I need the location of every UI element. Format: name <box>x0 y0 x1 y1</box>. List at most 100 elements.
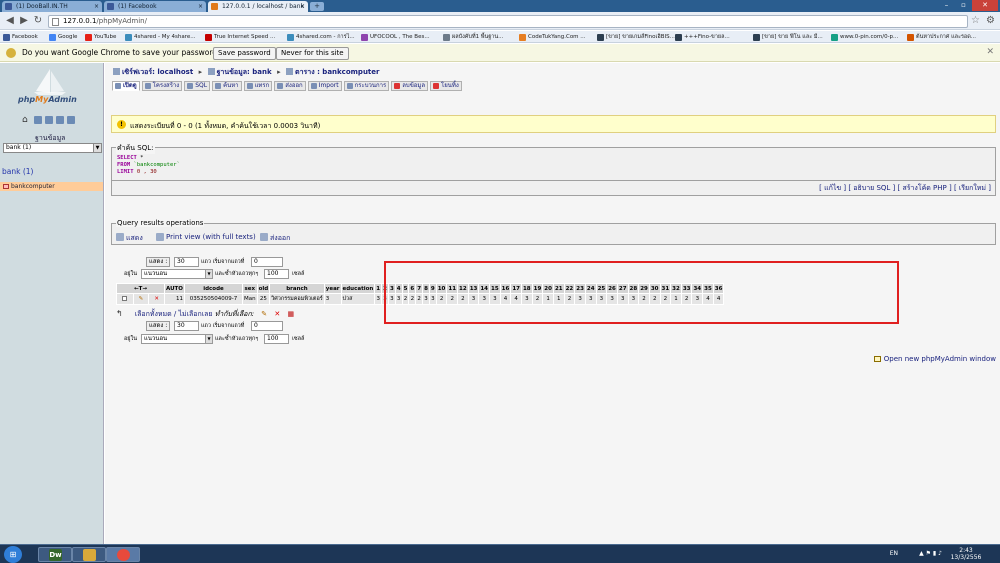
tab-structure[interactable]: โครงสร้าง <box>141 81 183 91</box>
display-mode-select[interactable]: แนวนอน ▼ <box>141 334 213 344</box>
back-icon[interactable]: ◀ <box>4 15 16 27</box>
network-icon[interactable]: ▮ <box>933 550 936 557</box>
close-tab-icon[interactable]: × <box>300 1 305 12</box>
check-all-link[interactable]: เลือกทั้งหมด <box>135 310 172 318</box>
facebook-favicon-icon <box>5 3 12 10</box>
tab-search[interactable]: ค้นหา <box>212 81 242 91</box>
mode-prefix-label: อยู่ใน <box>124 271 137 277</box>
volume-icon[interactable]: ♪ <box>938 550 942 557</box>
column-header[interactable]: old <box>256 283 271 294</box>
column-header[interactable]: sex <box>241 283 258 294</box>
bookmark-facebook[interactable]: Facebook <box>2 32 38 42</box>
edit-pencil-icon[interactable]: ✎ <box>261 310 267 318</box>
bookmark-label: [ขาย] ขาย ฟีโน และ มี... <box>762 34 823 40</box>
display-mode-select[interactable]: แนวนอน ▼ <box>141 269 213 279</box>
tab-browse[interactable]: เปิดดู <box>112 81 140 91</box>
repeat-header-input[interactable]: 100 <box>264 334 289 344</box>
database-link[interactable]: bank (1) <box>2 167 33 176</box>
help-icon[interactable] <box>67 116 75 124</box>
column-header[interactable]: education <box>340 283 376 294</box>
delete-x-icon[interactable]: ✕ <box>274 310 280 318</box>
column-header[interactable]: branch <box>269 283 325 294</box>
open-new-window-link[interactable]: Open new phpMyAdmin window <box>873 355 996 363</box>
wrench-icon[interactable]: ⚙ <box>986 15 995 27</box>
docs-icon[interactable] <box>56 116 64 124</box>
qro-print-view-link[interactable]: Print view (with full texts) <box>156 233 256 241</box>
bookmark-0pin[interactable]: www.0-pin.com/0-p... <box>830 32 898 42</box>
export-table-icon[interactable]: ▦ <box>288 310 295 318</box>
column-header[interactable]: AUTO <box>164 283 185 294</box>
sidebar-table-bankcomputer[interactable]: bankcomputer <box>0 182 103 191</box>
address-bar[interactable]: 127.0.0.1/phpMyAdmin/ <box>48 15 968 28</box>
qro-export-link[interactable]: ส่งออก <box>260 233 290 244</box>
language-indicator[interactable]: EN <box>890 550 898 557</box>
home-icon[interactable]: ⌂ <box>22 116 31 125</box>
bookmark-star-icon[interactable]: ☆ <box>971 15 980 27</box>
taskbar-dreamweaver[interactable]: Dw <box>38 547 72 562</box>
edit-pencil-icon[interactable]: ✎ <box>139 296 144 302</box>
qro-show-link[interactable]: แสดง <box>116 233 143 244</box>
close-tab-icon[interactable]: × <box>198 1 203 12</box>
delete-x-icon[interactable]: ✕ <box>154 296 159 302</box>
breadcrumb-server[interactable]: เซิร์ฟเวอร์: localhost <box>122 68 193 76</box>
new-tab-button[interactable]: + <box>310 2 324 11</box>
rows-count-input[interactable]: 30 <box>174 257 199 267</box>
bookmark-ufocool[interactable]: UFOCOOL , The Bes... <box>360 32 430 42</box>
column-header[interactable]: year <box>323 283 342 294</box>
column-nav-arrows[interactable]: ←T→ <box>116 283 165 294</box>
flag-icon[interactable]: ⚑ <box>926 550 931 557</box>
taskbar-chrome[interactable] <box>106 547 140 562</box>
bookmark-google[interactable]: Google <box>48 32 77 42</box>
tab-drop[interactable]: โยนทิ้ง <box>430 81 462 91</box>
tab-export[interactable]: ส่งออก <box>274 81 306 91</box>
sql-action-links[interactable]: [ แก้ไข ] [ อธิบาย SQL ] [ สร้างโค้ด PHP… <box>111 181 996 196</box>
query-window-icon[interactable] <box>34 116 42 124</box>
repeat-header-input[interactable]: 100 <box>264 269 289 279</box>
tab-import[interactable]: Import <box>307 81 342 91</box>
rows-count-input[interactable]: 30 <box>174 321 199 331</box>
save-password-button[interactable]: Save password <box>213 47 276 60</box>
bookmark-fino-3[interactable]: [ขาย] ขาย ฟีโน และ มี... <box>752 32 823 42</box>
browser-tab-dooball[interactable]: (1) DooBall.IN.TH × <box>2 1 102 12</box>
sql-icon[interactable] <box>45 116 53 124</box>
phpmyadmin-logo[interactable]: phpMyAdmin <box>18 95 77 104</box>
browser-tab-phpmyadmin[interactable]: 127.0.0.1 / localhost / bank × <box>208 1 308 12</box>
row-checkbox[interactable] <box>122 295 128 301</box>
start-row-input[interactable]: 0 <box>251 257 283 267</box>
never-for-site-button[interactable]: Never for this site <box>276 47 349 60</box>
bookmark-4shared-th[interactable]: 4shared.com - การไ... <box>286 32 355 42</box>
tab-insert[interactable]: แทรก <box>243 81 273 91</box>
taskbar-explorer[interactable] <box>72 547 106 562</box>
bookmark-fino-1[interactable]: [ขาย] ขายเกมส์FinoเฮิBIS... <box>596 32 675 42</box>
tab-empty[interactable]: ลบข้อมูล <box>391 81 429 91</box>
start-row-input[interactable]: 0 <box>251 321 283 331</box>
column-header[interactable]: idcode <box>183 283 243 294</box>
bookmark-basic[interactable]: ผลบังคับที่1 พื้นฐาน... <box>442 32 503 42</box>
column-header[interactable]: 1 <box>374 283 383 294</box>
bookmark-true-speed[interactable]: True Internet Speed ... <box>204 32 275 42</box>
close-tab-icon[interactable]: × <box>94 1 99 12</box>
show-rows-button[interactable]: แสดง : <box>146 321 171 331</box>
browser-tab-facebook[interactable]: (1) Facebook × <box>104 1 206 12</box>
close-infobar-icon[interactable]: ✕ <box>986 47 994 57</box>
reload-icon[interactable]: ↻ <box>32 15 44 27</box>
show-rows-button[interactable]: แสดง : <box>146 257 171 267</box>
close-window-icon[interactable]: ✕ <box>972 0 998 11</box>
database-select[interactable]: bank (1) ▼ <box>3 143 102 153</box>
breadcrumb-table[interactable]: ตาราง : bankcomputer <box>295 68 379 76</box>
tray-expand-icon[interactable]: ▲ <box>919 550 924 557</box>
tab-sql[interactable]: SQL <box>184 81 211 91</box>
maximize-icon[interactable]: ▫ <box>955 0 972 11</box>
bookmark-search[interactable]: ต้นหาประกาศ และรอด... <box>906 32 976 42</box>
forward-icon[interactable]: ▶ <box>18 15 30 27</box>
system-clock[interactable]: 2:43 13/3/2556 <box>948 547 984 561</box>
bookmark-4shared[interactable]: 4shared - My 4share... <box>124 32 195 42</box>
bookmark-codetukyang[interactable]: CodeTukYang.Com ... <box>518 32 586 42</box>
tab-operations[interactable]: กระบวนการ <box>343 81 390 91</box>
bookmark-youtube[interactable]: YouTube <box>84 32 116 42</box>
bookmark-fino-2[interactable]: +++Fino-ขายล... <box>674 32 730 42</box>
minimize-icon[interactable]: – <box>938 0 955 11</box>
start-button[interactable]: ⊞ <box>4 546 22 563</box>
breadcrumb-database[interactable]: ฐานข้อมูล: bank <box>217 68 272 76</box>
uncheck-all-link[interactable]: ไม่เลือกเลย <box>178 310 212 318</box>
